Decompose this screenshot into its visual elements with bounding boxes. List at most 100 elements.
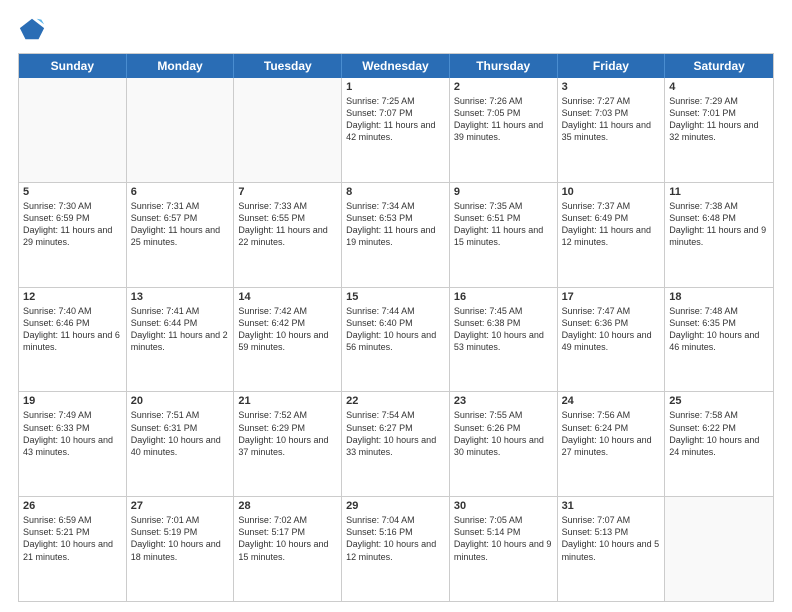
day-number: 11 <box>669 186 769 198</box>
cell-info: Sunrise: 7:38 AMSunset: 6:48 PMDaylight:… <box>669 200 769 249</box>
calendar-cell: 30 Sunrise: 7:05 AMSunset: 5:14 PMDayligh… <box>450 497 558 601</box>
day-number: 14 <box>238 291 337 303</box>
calendar-cell: 29 Sunrise: 7:04 AMSunset: 5:16 PMDayligh… <box>342 497 450 601</box>
calendar-cell: 7 Sunrise: 7:33 AMSunset: 6:55 PMDaylight… <box>234 183 342 287</box>
cell-info: Sunrise: 7:29 AMSunset: 7:01 PMDaylight:… <box>669 95 769 144</box>
calendar-header-friday: Friday <box>558 54 666 78</box>
cell-info: Sunrise: 7:07 AMSunset: 5:13 PMDaylight:… <box>562 514 661 563</box>
day-number: 6 <box>131 186 230 198</box>
calendar-header-saturday: Saturday <box>665 54 773 78</box>
day-number: 24 <box>562 395 661 407</box>
calendar-cell: 26Sunrise: 6:59 AMSunset: 5:21 PMDayligh… <box>19 497 127 601</box>
day-number: 22 <box>346 395 445 407</box>
day-number: 21 <box>238 395 337 407</box>
calendar-cell <box>127 78 235 182</box>
cell-info: Sunrise: 7:44 AMSunset: 6:40 PMDaylight:… <box>346 305 445 354</box>
calendar-cell: 16Sunrise: 7:45 AMSunset: 6:38 PMDayligh… <box>450 288 558 392</box>
calendar-cell: 14 Sunrise: 7:42 AMSunset: 6:42 PMDayligh… <box>234 288 342 392</box>
logo-icon <box>18 15 46 43</box>
day-number: 10 <box>562 186 661 198</box>
cell-info: Sunrise: 7:40 AMSunset: 6:46 PMDaylight:… <box>23 305 122 354</box>
calendar-cell <box>234 78 342 182</box>
calendar-cell: 9 Sunrise: 7:35 AMSunset: 6:51 PMDaylight… <box>450 183 558 287</box>
cell-info: Sunrise: 7:42 AMSunset: 6:42 PMDaylight:… <box>238 305 337 354</box>
day-number: 12 <box>23 291 122 303</box>
calendar-cell: 20 Sunrise: 7:51 AMSunset: 6:31 PMDayligh… <box>127 392 235 496</box>
calendar-header-tuesday: Tuesday <box>234 54 342 78</box>
cell-info: Sunrise: 7:56 AMSunset: 6:24 PMDaylight:… <box>562 409 661 458</box>
day-number: 29 <box>346 500 445 512</box>
calendar-cell: 1Sunrise: 7:25 AMSunset: 7:07 PMDaylight… <box>342 78 450 182</box>
calendar-cell: 8Sunrise: 7:34 AMSunset: 6:53 PMDaylight… <box>342 183 450 287</box>
calendar-cell: 21 Sunrise: 7:52 AMSunset: 6:29 PMDayligh… <box>234 392 342 496</box>
calendar-body: 1Sunrise: 7:25 AMSunset: 7:07 PMDaylight… <box>19 78 773 601</box>
day-number: 7 <box>238 186 337 198</box>
calendar-cell: 24 Sunrise: 7:56 AMSunset: 6:24 PMDayligh… <box>558 392 666 496</box>
cell-info: Sunrise: 7:35 AMSunset: 6:51 PMDaylight:… <box>454 200 553 249</box>
cell-info: Sunrise: 7:54 AMSunset: 6:27 PMDaylight:… <box>346 409 445 458</box>
day-number: 17 <box>562 291 661 303</box>
cell-info: Sunrise: 7:04 AMSunset: 5:16 PMDaylight:… <box>346 514 445 563</box>
calendar-cell: 25Sunrise: 7:58 AMSunset: 6:22 PMDayligh… <box>665 392 773 496</box>
cell-info: Sunrise: 7:26 AMSunset: 7:05 PMDaylight:… <box>454 95 553 144</box>
day-number: 18 <box>669 291 769 303</box>
calendar-cell: 4 Sunrise: 7:29 AMSunset: 7:01 PMDaylight… <box>665 78 773 182</box>
calendar-cell: 12 Sunrise: 7:40 AMSunset: 6:46 PMDayligh… <box>19 288 127 392</box>
calendar-header-sunday: Sunday <box>19 54 127 78</box>
calendar-cell: 22 Sunrise: 7:54 AMSunset: 6:27 PMDayligh… <box>342 392 450 496</box>
day-number: 31 <box>562 500 661 512</box>
calendar-cell: 15 Sunrise: 7:44 AMSunset: 6:40 PMDayligh… <box>342 288 450 392</box>
day-number: 20 <box>131 395 230 407</box>
calendar-week-1: 1Sunrise: 7:25 AMSunset: 7:07 PMDaylight… <box>19 78 773 183</box>
cell-info: Sunrise: 7:58 AMSunset: 6:22 PMDaylight:… <box>669 409 769 458</box>
cell-info: Sunrise: 7:01 AMSunset: 5:19 PMDaylight:… <box>131 514 230 563</box>
day-number: 2 <box>454 81 553 93</box>
cell-info: Sunrise: 7:05 AMSunset: 5:14 PMDaylight:… <box>454 514 553 563</box>
day-number: 27 <box>131 500 230 512</box>
cell-info: Sunrise: 7:48 AMSunset: 6:35 PMDaylight:… <box>669 305 769 354</box>
calendar-header-monday: Monday <box>127 54 235 78</box>
logo <box>18 15 50 43</box>
day-number: 28 <box>238 500 337 512</box>
day-number: 23 <box>454 395 553 407</box>
calendar-cell: 3Sunrise: 7:27 AMSunset: 7:03 PMDaylight… <box>558 78 666 182</box>
day-number: 5 <box>23 186 122 198</box>
calendar-cell: 13Sunrise: 7:41 AMSunset: 6:44 PMDayligh… <box>127 288 235 392</box>
calendar-cell: 11 Sunrise: 7:38 AMSunset: 6:48 PMDayligh… <box>665 183 773 287</box>
cell-info: Sunrise: 7:31 AMSunset: 6:57 PMDaylight:… <box>131 200 230 249</box>
calendar-header-thursday: Thursday <box>450 54 558 78</box>
calendar-cell: 27 Sunrise: 7:01 AMSunset: 5:19 PMDayligh… <box>127 497 235 601</box>
cell-info: Sunrise: 7:27 AMSunset: 7:03 PMDaylight:… <box>562 95 661 144</box>
calendar-week-4: 19 Sunrise: 7:49 AMSunset: 6:33 PMDayligh… <box>19 392 773 497</box>
day-number: 15 <box>346 291 445 303</box>
cell-info: Sunrise: 7:47 AMSunset: 6:36 PMDaylight:… <box>562 305 661 354</box>
header <box>18 15 774 43</box>
calendar-header-row: SundayMondayTuesdayWednesdayThursdayFrid… <box>19 54 773 78</box>
calendar-cell: 10Sunrise: 7:37 AMSunset: 6:49 PMDayligh… <box>558 183 666 287</box>
calendar-cell: 5Sunrise: 7:30 AMSunset: 6:59 PMDaylight… <box>19 183 127 287</box>
cell-info: Sunrise: 7:02 AMSunset: 5:17 PMDaylight:… <box>238 514 337 563</box>
calendar-week-2: 5Sunrise: 7:30 AMSunset: 6:59 PMDaylight… <box>19 183 773 288</box>
calendar-cell: 28 Sunrise: 7:02 AMSunset: 5:17 PMDayligh… <box>234 497 342 601</box>
cell-info: Sunrise: 7:33 AMSunset: 6:55 PMDaylight:… <box>238 200 337 249</box>
cell-info: Sunrise: 7:49 AMSunset: 6:33 PMDaylight:… <box>23 409 122 458</box>
calendar-header-wednesday: Wednesday <box>342 54 450 78</box>
calendar-cell: 31 Sunrise: 7:07 AMSunset: 5:13 PMDayligh… <box>558 497 666 601</box>
day-number: 4 <box>669 81 769 93</box>
cell-info: Sunrise: 7:25 AMSunset: 7:07 PMDaylight:… <box>346 95 445 144</box>
cell-info: Sunrise: 7:41 AMSunset: 6:44 PMDaylight:… <box>131 305 230 354</box>
cell-info: Sunrise: 7:34 AMSunset: 6:53 PMDaylight:… <box>346 200 445 249</box>
cell-info: Sunrise: 7:55 AMSunset: 6:26 PMDaylight:… <box>454 409 553 458</box>
cell-info: Sunrise: 6:59 AMSunset: 5:21 PMDaylight:… <box>23 514 122 563</box>
calendar-cell: 19 Sunrise: 7:49 AMSunset: 6:33 PMDayligh… <box>19 392 127 496</box>
cell-info: Sunrise: 7:52 AMSunset: 6:29 PMDaylight:… <box>238 409 337 458</box>
day-number: 30 <box>454 500 553 512</box>
calendar-cell: 17 Sunrise: 7:47 AMSunset: 6:36 PMDayligh… <box>558 288 666 392</box>
day-number: 19 <box>23 395 122 407</box>
calendar-cell <box>19 78 127 182</box>
cell-info: Sunrise: 7:51 AMSunset: 6:31 PMDaylight:… <box>131 409 230 458</box>
calendar-week-3: 12 Sunrise: 7:40 AMSunset: 6:46 PMDayligh… <box>19 288 773 393</box>
day-number: 16 <box>454 291 553 303</box>
day-number: 9 <box>454 186 553 198</box>
calendar-cell: 6 Sunrise: 7:31 AMSunset: 6:57 PMDaylight… <box>127 183 235 287</box>
